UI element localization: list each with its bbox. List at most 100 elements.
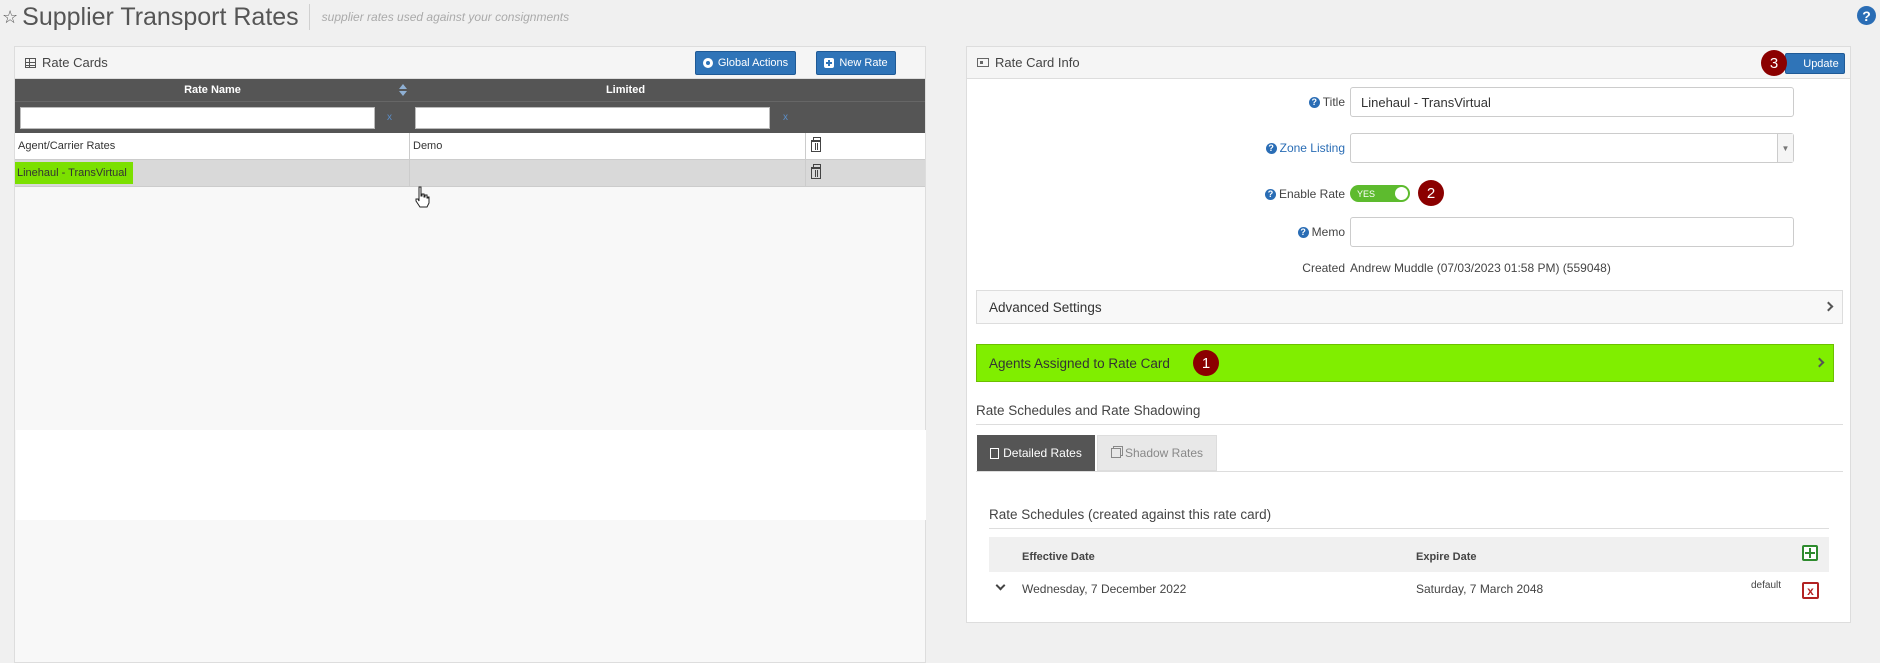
clear-limited-filter-icon[interactable]: x — [783, 112, 788, 123]
dropdown-arrow-icon[interactable]: ▼ — [1777, 134, 1793, 162]
help-icon[interactable]: ? — [1264, 188, 1276, 200]
rate-cards-header: Rate Cards Global Actions New Rate — [15, 47, 925, 79]
created-row: Created Andrew Muddle (07/03/2023 01:58 … — [967, 253, 1852, 283]
delete-schedule-icon[interactable]: x — [1802, 582, 1819, 599]
global-actions-button[interactable]: Global Actions — [695, 51, 796, 75]
table-row-selected[interactable]: Linehaul - TransVirtual — [15, 160, 925, 187]
help-icon[interactable]: ? — [1265, 142, 1277, 154]
trash-icon[interactable] — [811, 164, 821, 179]
limited-cell — [411, 160, 806, 186]
created-value: Andrew Muddle (07/03/2023 01:58 PM) (559… — [1350, 261, 1611, 275]
zone-listing-label[interactable]: ? Zone Listing — [1265, 141, 1345, 155]
rate-name-filter-input[interactable] — [20, 107, 375, 129]
trash-icon[interactable] — [811, 137, 821, 152]
title-label: ? Title — [1308, 95, 1345, 109]
rate-card-info-title-text: Rate Card Info — [995, 55, 1080, 70]
created-label: Created — [1302, 261, 1345, 275]
memo-label: ? Memo — [1297, 225, 1345, 239]
expire-date-cell: Saturday, 7 March 2048 — [1416, 582, 1544, 596]
step-badge-1: 1 — [1193, 350, 1219, 376]
rate-name-cell[interactable]: Agent/Carrier Rates — [15, 133, 410, 159]
toggle-knob — [1395, 187, 1408, 200]
tab-divider — [976, 471, 1843, 472]
advanced-settings-label: Advanced Settings — [989, 299, 1102, 315]
table-row[interactable]: Agent/Carrier Rates Demo — [15, 133, 925, 160]
rate-table-header: Rate Name Limited — [15, 79, 925, 101]
memo-row: ? Memo — [967, 217, 1852, 247]
column-header-effective-date: Effective Date — [1022, 551, 1095, 563]
default-tag: default — [1751, 580, 1782, 591]
id-card-icon — [977, 58, 989, 67]
zone-listing-select[interactable]: ▼ — [1350, 133, 1794, 163]
star-icon[interactable]: ☆ — [2, 8, 18, 26]
rate-card-info-header: Rate Card Info Update 3 — [967, 47, 1850, 79]
schedules-table-header: Effective Date Expire Date — [989, 537, 1829, 572]
help-icon[interactable]: ? — [1297, 226, 1309, 238]
table-icon — [25, 57, 36, 68]
chevron-right-icon — [1823, 301, 1834, 312]
global-actions-label: Global Actions — [717, 57, 789, 69]
chevron-right-icon — [1814, 357, 1825, 368]
tab-shadow-rates-label: Shadow Rates — [1124, 446, 1204, 460]
section-divider — [976, 424, 1843, 425]
filter-row: x x — [15, 101, 925, 133]
rate-cards-title: Rate Cards — [25, 55, 108, 70]
limited-cell: Demo — [411, 133, 806, 159]
column-header-limited[interactable]: Limited — [428, 84, 823, 96]
toggle-state-text: YES — [1357, 188, 1376, 199]
column-header-expire-date: Expire Date — [1416, 551, 1477, 563]
gear-icon — [702, 58, 713, 68]
tab-detailed-rates-label: Detailed Rates — [1003, 446, 1082, 460]
help-icon[interactable]: ? — [1308, 96, 1320, 108]
enable-rate-toggle[interactable]: YES — [1350, 185, 1410, 202]
hand-cursor-icon — [415, 186, 430, 208]
document-icon — [990, 447, 1000, 459]
enable-rate-label-text: Enable Rate — [1278, 187, 1345, 201]
help-icon[interactable]: ? — [1857, 6, 1876, 25]
rate-name-cell[interactable]: Linehaul - TransVirtual — [15, 160, 410, 186]
title-label-text: Title — [1322, 95, 1345, 109]
rate-card-info-panel: Rate Card Info Update 3 ? Title ? Zone L… — [966, 46, 1851, 623]
header-divider — [308, 4, 310, 30]
enable-rate-label: ? Enable Rate — [1264, 187, 1345, 201]
page-header: ☆ Supplier Transport Rates supplier rate… — [0, 0, 1880, 34]
new-rate-button[interactable]: New Rate — [816, 51, 896, 75]
new-rate-label: New Rate — [839, 57, 888, 69]
page-title: Supplier Transport Rates — [22, 2, 299, 31]
chevron-down-icon[interactable] — [995, 580, 1006, 591]
advanced-settings-accordion[interactable]: Advanced Settings — [976, 290, 1843, 324]
page-subtitle: supplier rates used against your consign… — [321, 10, 570, 24]
memo-input[interactable] — [1350, 217, 1794, 247]
title-row: ? Title — [967, 87, 1852, 117]
rate-cards-title-text: Rate Cards — [42, 55, 108, 70]
rate-schedules-section-title: Rate Schedules and Rate Shadowing — [976, 403, 1201, 418]
memo-label-text: Memo — [1311, 225, 1345, 239]
zone-listing-row: ? Zone Listing ▼ — [967, 133, 1852, 163]
zone-listing-label-text: Zone Listing — [1279, 141, 1345, 155]
add-schedule-icon[interactable] — [1802, 545, 1818, 561]
agents-assigned-accordion[interactable]: Agents Assigned to Rate Card — [976, 344, 1834, 382]
table-row[interactable]: Wednesday, 7 December 2022 Saturday, 7 M… — [989, 574, 1829, 604]
tab-detailed-rates[interactable]: Detailed Rates — [977, 435, 1095, 471]
row-actions-cell — [807, 133, 925, 159]
plus-icon — [824, 58, 835, 68]
title-input[interactable] — [1350, 87, 1794, 117]
clear-rate-name-filter-icon[interactable]: x — [387, 112, 392, 123]
copy-icon — [1110, 448, 1121, 458]
schedules-divider — [989, 528, 1829, 529]
column-header-rate-name[interactable]: Rate Name — [15, 84, 410, 96]
tab-shadow-rates[interactable]: Shadow Rates — [1097, 435, 1217, 471]
agents-assigned-label: Agents Assigned to Rate Card — [989, 355, 1170, 371]
empty-area — [16, 430, 926, 520]
update-button[interactable]: Update — [1785, 53, 1845, 74]
step-badge-2: 2 — [1418, 180, 1444, 206]
rate-schedules-title: Rate Schedules (created against this rat… — [989, 507, 1272, 522]
limited-filter-input[interactable] — [415, 107, 770, 129]
rate-card-info-title: Rate Card Info — [977, 55, 1080, 70]
highlighted-rate-name: Linehaul - TransVirtual — [15, 162, 133, 184]
step-badge-3: 3 — [1761, 50, 1787, 76]
rate-cards-panel: Rate Cards Global Actions New Rate Rate … — [14, 46, 926, 663]
row-actions-cell — [807, 160, 925, 186]
sort-icon[interactable] — [399, 84, 407, 96]
effective-date-cell: Wednesday, 7 December 2022 — [1022, 582, 1187, 596]
